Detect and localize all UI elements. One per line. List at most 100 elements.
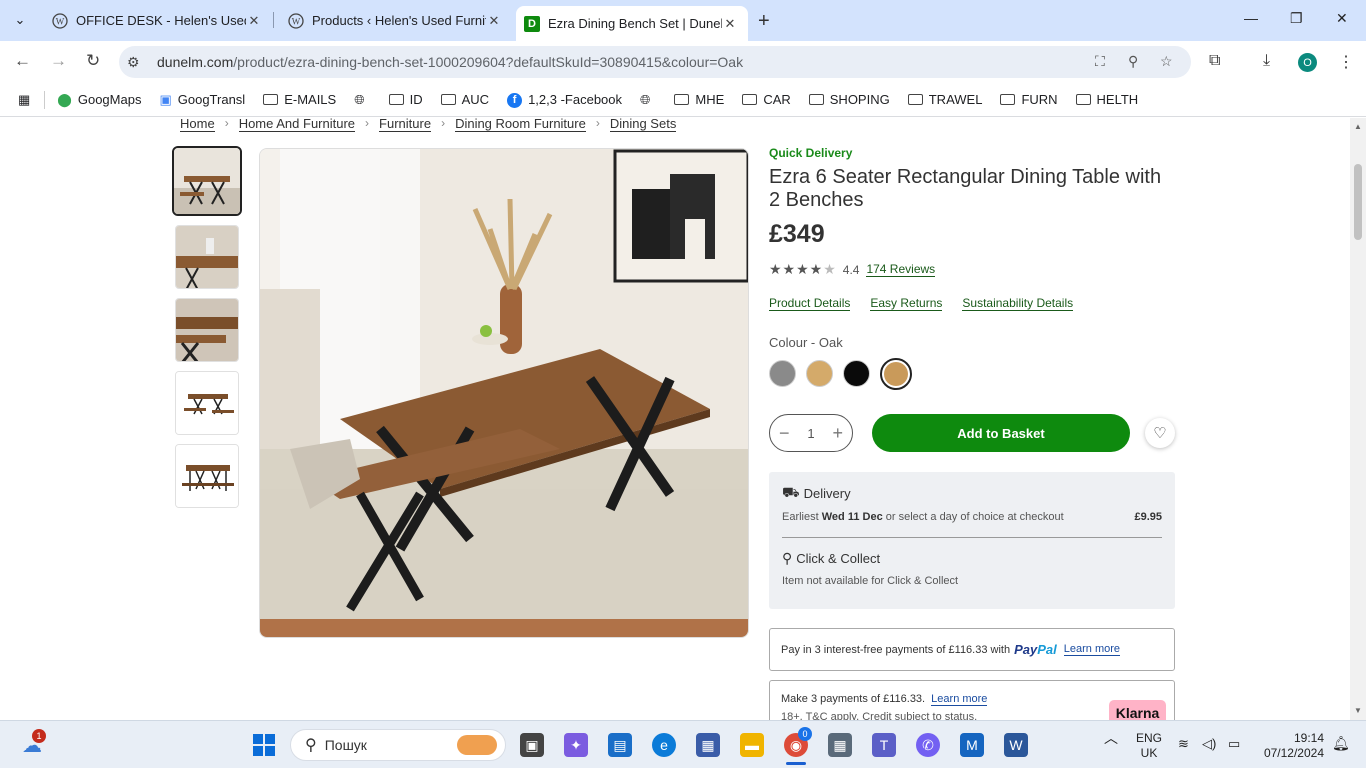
address-bar[interactable]: ⚙ dunelm.com/product/ezra-dining-bench-s… [119,46,1191,78]
bookmark-googtransl[interactable]: ▣ GoogTransl [159,92,245,108]
viber-icon[interactable]: ✆ [916,733,940,757]
remote-desktop-icon[interactable]: ▦ [696,733,720,757]
minus-icon[interactable]: − [779,423,790,444]
add-to-basket-button[interactable]: Add to Basket [872,414,1130,452]
breadcrumb-home-furniture[interactable]: Home And Furniture [238,118,356,132]
language-indicator[interactable]: ENG UK [1136,731,1162,761]
notes-icon[interactable]: ▤ [608,733,632,757]
tab-office-desk[interactable]: W OFFICE DESK - Helen's Used Fu ✕ [44,0,272,41]
bookmark-star-icon[interactable]: ☆ [1160,53,1173,70]
quantity-stepper: − 1 + [769,414,853,452]
copilot-icon[interactable]: ✦ [564,733,588,757]
breadcrumb-furniture[interactable]: Furniture [379,118,432,132]
folder-icon [388,92,404,107]
breadcrumb-home[interactable]: Home [180,118,215,132]
task-view-icon[interactable]: ▣ [520,733,544,757]
file-explorer-icon[interactable]: ▬ [740,733,764,757]
close-icon[interactable]: ✕ [722,16,738,32]
restore-icon[interactable]: ❐ [1290,10,1303,27]
battery-icon[interactable]: ▭ [1228,736,1240,751]
bookmark-id[interactable]: ID [388,92,423,107]
teams-icon[interactable]: T [872,733,896,757]
forward-icon[interactable]: → [50,51,67,71]
wifi-icon[interactable]: ≋ [1178,736,1189,751]
site-info-icon[interactable]: ⚙ [127,54,157,71]
back-icon[interactable]: ← [14,51,31,71]
swatch-grey[interactable] [769,360,796,387]
menu-icon[interactable]: ⋮ [1338,52,1354,72]
dunelm-icon: D [524,15,540,32]
easy-returns-link[interactable]: Easy Returns [870,296,943,311]
breadcrumb-dining-room[interactable]: Dining Room Furniture [455,118,586,132]
folder-icon [1000,92,1016,107]
bookmark-emails[interactable]: E-MAILS [263,92,336,107]
tab-search-icon[interactable]: ⌄ [8,8,32,32]
minimize-icon[interactable]: — [1244,10,1258,26]
tray-chevron-icon[interactable]: ︿ [1104,731,1118,746]
downloads-icon[interactable]: ⤓ [1263,52,1270,70]
bookmark-shoping[interactable]: SHOPING [808,92,890,107]
zoom-icon[interactable]: ⚲ [1128,53,1138,70]
product-main-image[interactable] [259,148,749,638]
thumbnail-5[interactable] [175,444,239,508]
taskbar-search[interactable]: ⚲ Пошук [290,729,506,761]
swatch-oak[interactable] [880,358,912,390]
bookmark-car[interactable]: CAR [742,92,791,107]
tab-dunelm[interactable]: D Ezra Dining Bench Set | Dunelm ✕ [516,6,748,41]
apps-grid-icon[interactable]: ▦ [18,92,30,108]
folder-icon [808,92,824,107]
profile-avatar[interactable]: O [1298,53,1317,72]
m-app-icon[interactable]: M [960,733,984,757]
close-icon[interactable]: ✕ [246,13,262,29]
swatch-black[interactable] [843,360,870,387]
calculator-icon[interactable]: ▦ [828,733,852,757]
page-scrollbar[interactable]: ▲ ▼ [1350,118,1366,720]
thumbnail-3[interactable] [175,298,239,362]
plus-icon[interactable]: + [833,423,844,444]
tab-products[interactable]: W Products ‹ Helen's Used Furnitu ✕ [280,0,512,41]
word-icon[interactable]: W [1004,733,1028,757]
notifications-icon[interactable]: 🔔︎ [1332,736,1350,751]
reload-icon[interactable]: ↻ [86,51,100,71]
bookmark-globe[interactable]: 🌐︎ [354,92,370,108]
bookmark-facebook[interactable]: f 1,2,3 -Facebook [507,91,622,108]
buy-row: − 1 + Add to Basket ♡ [769,414,1175,452]
thumbnail-1[interactable] [172,146,242,216]
extensions-icon[interactable]: ⧉ [1209,52,1220,70]
bookmark-auc[interactable]: AUC [440,92,489,107]
klarna-learn-more-link[interactable]: Learn more [931,693,988,706]
product-details-link[interactable]: Product Details [769,296,851,311]
window-close-icon[interactable]: ✕ [1336,10,1348,27]
volume-icon[interactable]: ◁) [1202,736,1216,751]
paypal-learn-more-link[interactable]: Learn more [1063,643,1121,656]
scrollbar-thumb[interactable] [1354,164,1362,240]
colour-label: Colour - Oak [769,335,843,350]
new-tab-icon[interactable]: + [758,10,770,33]
bookmark-furn[interactable]: FURN [1000,92,1058,107]
wordpress-icon: W [52,12,68,29]
collect-text: Item not available for Click & Collect [782,575,959,587]
bookmark-mhe[interactable]: MHE [674,92,724,107]
bookmark-globe-2[interactable]: 🌐︎ [640,92,656,108]
translate-page-icon[interactable]: ⛶ [1095,53,1105,70]
folder-icon [742,92,758,107]
thumbnail-4[interactable] [175,371,239,435]
paypal-banner: Pay in 3 interest-free payments of £116.… [769,628,1175,671]
quantity-value[interactable]: 1 [807,426,814,441]
breadcrumb: Home › Home And Furniture › Furniture › Din… [180,118,677,132]
svg-text:W: W [56,16,65,26]
bookmark-helth[interactable]: HELTH [1075,92,1138,107]
swatch-light-oak[interactable] [806,360,833,387]
thumbnail-2[interactable] [175,225,239,289]
bookmark-googmaps[interactable]: ⬤ GoogMaps [57,92,141,108]
edge-icon[interactable]: e [652,733,676,757]
start-icon[interactable] [252,733,276,757]
breadcrumb-dining-sets[interactable]: Dining Sets [609,118,677,132]
bookmark-trawel[interactable]: TRAWEL [907,92,982,107]
clock[interactable]: 19:14 07/12/2024 [1258,731,1324,761]
page-content: Home › Home And Furniture › Furniture › Din… [0,118,1350,720]
reviews-link[interactable]: 174 Reviews [866,262,936,277]
sustainability-link[interactable]: Sustainability Details [962,296,1074,311]
heart-icon[interactable]: ♡ [1145,418,1175,448]
close-icon[interactable]: ✕ [486,13,502,29]
